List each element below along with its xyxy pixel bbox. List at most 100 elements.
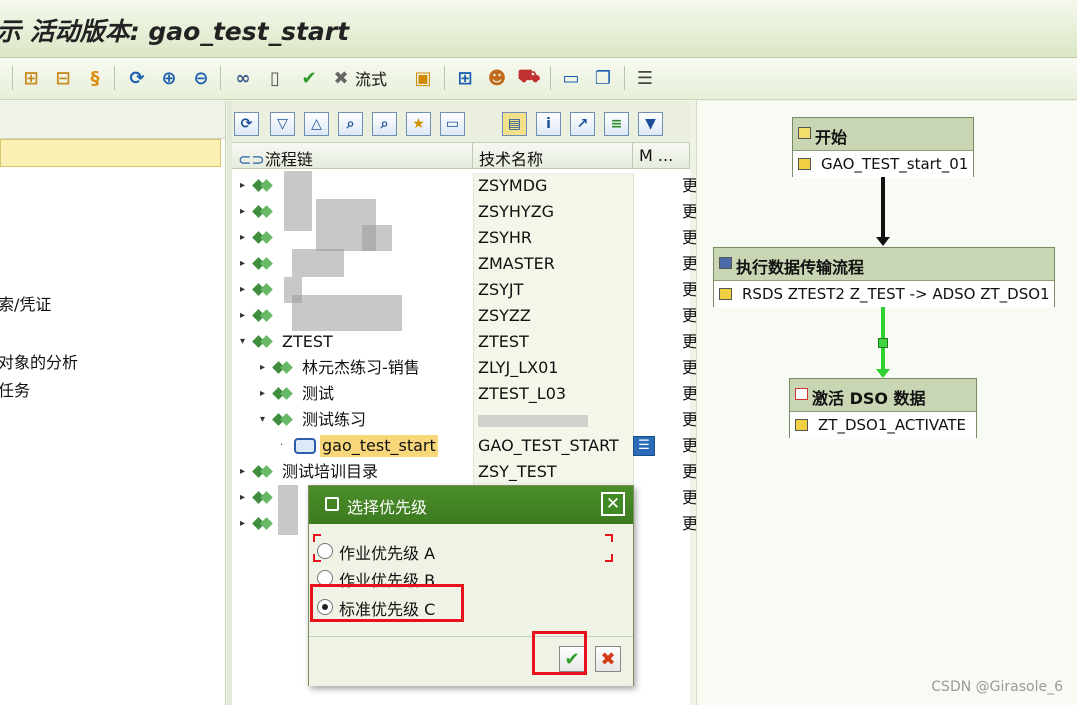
zoom-out-icon[interactable]: ⊖ [188,65,214,91]
connector-handle[interactable] [878,338,888,348]
left-item-task[interactable]: 任务 [0,377,30,401]
expand-all-icon[interactable]: ▽ [270,112,295,136]
expand-arrow-icon[interactable]: ▸ [260,381,265,407]
refresh-icon[interactable]: ⟳ [124,65,150,91]
start-node-body: GAO_TEST_start_01 [821,155,969,173]
find-next-icon[interactable]: ⌕ [372,112,397,136]
cancel-icon[interactable]: ✖ [328,65,354,91]
refresh-icon[interactable]: ⟳ [234,112,259,136]
tree-cell-tech[interactable]: ZSYZZ [473,303,633,329]
dialog-close-button[interactable]: ✕ [601,492,625,516]
tree-cell-name[interactable]: ▸ [232,173,473,199]
tree-cell-name[interactable]: ▾ ZTEST [232,329,473,355]
tree-cell-tech[interactable]: ZLYJ_LX01 [473,355,633,381]
tree-row[interactable]: ▸ 测试 ZTEST_L03 更 [232,381,698,407]
expand-arrow-icon[interactable]: ▸ [240,303,245,329]
expand-arrow-icon[interactable]: ▸ [240,459,245,485]
monitor-icon[interactable]: ▭ [558,65,584,91]
variant-icon [795,419,808,431]
activate-node-header: 激活 DSO 数据 [812,389,926,408]
dialog-title-bar: 选择优先级 ✕ [309,486,633,524]
tree-cell-tech[interactable]: ZSYJT [473,277,633,303]
folder-icon[interactable]: ▤ [502,112,527,136]
radio-priority-a[interactable]: 作业优先级 A [317,540,435,564]
radio-dot[interactable] [317,543,333,559]
flow-node-start[interactable]: 开始 GAO_TEST_start_01 [792,117,974,178]
new-doc-icon[interactable]: ▯ [262,65,288,91]
expand-arrow-icon[interactable]: ▸ [240,173,245,199]
expand-arrow-icon[interactable]: ▸ [240,277,245,303]
flow-node-activate[interactable]: 激活 DSO 数据 ZT_DSO1_ACTIVATE [789,378,977,439]
left-item-analysis[interactable]: 对象的分析 [0,349,78,373]
start-node-header: 开始 [815,128,848,147]
expand-arrow-icon[interactable]: ▸ [240,199,245,225]
jump-icon[interactable]: ↗ [570,112,595,136]
tree-icon[interactable]: ⊟ [50,65,76,91]
copy-icon[interactable]: ❐ [590,65,616,91]
tree-cell-tech[interactable]: ZSY_TEST [473,459,633,485]
tree-row[interactable]: ▾ 测试练习 更 [232,407,698,433]
tree-cell-tech[interactable]: ZTEST_L03 [473,381,633,407]
dialog-cancel-button[interactable]: ✖ [595,646,621,672]
col-header-m[interactable]: M ... [633,143,690,169]
tree-cell-tech[interactable]: ZSYMDG [473,173,633,199]
person-icon[interactable]: ☻ [484,65,510,91]
filter-icon[interactable]: ▼ [638,112,663,136]
display-icon[interactable]: ▭ [440,112,465,136]
expand-arrow-icon[interactable]: ▸ [240,251,245,277]
tree-cell-tech[interactable]: GAO_TEST_START [473,433,633,459]
glasses-icon[interactable]: ∞ [230,65,256,91]
variant-icon [798,158,811,170]
zoom-in-icon[interactable]: ⊕ [156,65,182,91]
toolbar-separator [550,66,551,90]
network-icon[interactable]: ⊞ [452,65,478,91]
tree-cell-name[interactable]: ▸ [232,251,473,277]
tree-cell-tech[interactable]: ZTEST [473,329,633,355]
collapse-arrow-icon[interactable]: ▾ [260,407,265,433]
collapse-arrow-icon[interactable]: ▾ [240,329,245,355]
col-header-chain[interactable]: ⊂⊃流程链 [232,143,473,169]
list-icon[interactable]: ☰ [632,65,658,91]
check-icon[interactable]: ✔ [296,65,322,91]
tree-cell-name[interactable]: ▸ 测试培训目录 [232,459,473,485]
tree-label: 测试 [302,384,335,403]
tree-row[interactable]: ▸ 测试培训目录 ZSY_TEST 更 [232,459,698,485]
tree-cell-tech[interactable]: ZSYHR [473,225,633,251]
tree-cell-name[interactable]: ▾ 测试练习 [232,407,473,433]
liushi-label[interactable]: 流式 [355,66,387,90]
tree-cell-m: 更 [633,173,698,199]
highlight-box-ok [532,631,587,675]
binoculars-icon[interactable]: ⌕ [338,112,363,136]
redacted-block [292,295,402,331]
left-item-voucher[interactable]: 索/凭证 [0,291,51,315]
expand-arrow-icon[interactable]: ▸ [260,355,265,381]
tree-row[interactable]: ▾ ZTEST ZTEST 更 [232,329,698,355]
tree-cell-m: 更 [633,303,698,329]
truck-icon[interactable]: ⛟ [516,65,542,91]
tree-cell-name[interactable]: ▸ 林元杰练习-销售 [232,355,473,381]
expand-arrow-icon[interactable]: ▸ [240,225,245,251]
tree-row[interactable]: · gao_test_start GAO_TEST_START 更 ☰ [232,433,698,459]
tree-cell-name[interactable]: ▸ 测试 [232,381,473,407]
expand-arrow-icon[interactable]: · [280,433,283,459]
tree-cell-tech[interactable]: ZMASTER [473,251,633,277]
folder-node-icon [274,387,292,401]
hierarchy-icon[interactable]: ⊞ [18,65,44,91]
flow-node-dtp[interactable]: 执行数据传输流程 RSDS ZTEST2 Z_TEST -> ADSO ZT_D… [713,247,1055,308]
info-icon[interactable]: i [536,112,561,136]
col-header-tech[interactable]: 技术名称 [473,143,633,169]
calendar-icon[interactable]: ▣ [410,65,436,91]
left-selected-row[interactable] [0,139,221,167]
toolbar-separator [444,66,445,90]
dtp-node-body: RSDS ZTEST2 Z_TEST -> ADSO ZT_DSO1 [742,285,1050,303]
expand-arrow-icon[interactable]: ▸ [240,485,245,511]
collapse-all-icon[interactable]: △ [304,112,329,136]
scroll-icon[interactable]: § [82,65,108,91]
tree-cell-tech[interactable]: ZSYHYZG [473,199,633,225]
tree-row[interactable]: ▸ 林元杰练习-销售 ZLYJ_LX01 更 [232,355,698,381]
favorite-add-icon[interactable]: ★ [406,112,431,136]
expand-arrow-icon[interactable]: ▸ [240,511,245,537]
tree-cell-name[interactable]: · gao_test_start [232,433,473,459]
layout-icon[interactable]: ≡ [604,112,629,136]
details-icon[interactable]: ☰ [633,436,655,456]
